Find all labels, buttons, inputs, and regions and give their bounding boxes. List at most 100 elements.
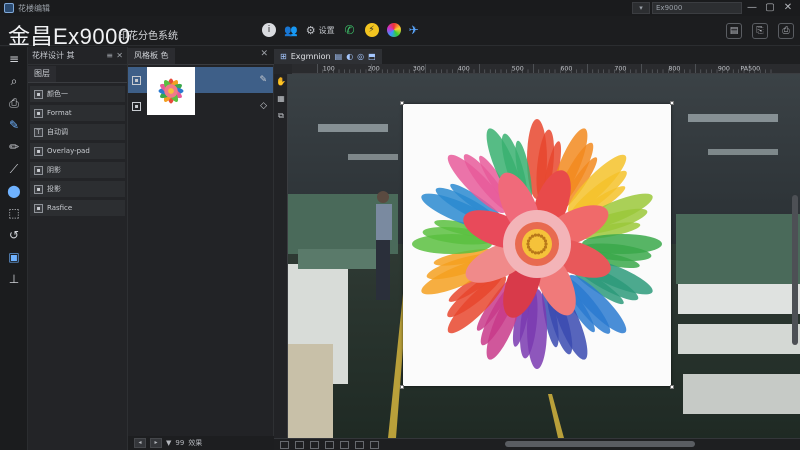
maximize-button[interactable]: ▢ [762, 1, 778, 15]
status-icon-5[interactable] [340, 440, 349, 449]
prev-button[interactable]: ◂ [134, 438, 146, 448]
vertical-scrollbar[interactable] [792, 195, 798, 345]
visibility-icon[interactable]: ▪ [132, 101, 141, 111]
layer-label: 投影 [47, 185, 61, 193]
settings-button[interactable]: ⚙ 设置 [306, 24, 335, 37]
thumbnail-panel-close-icon[interactable]: ✕ [260, 49, 268, 59]
horizontal-scrollbar[interactable] [505, 441, 695, 447]
window-title: 花楼编辑 [18, 3, 50, 13]
layer-item[interactable]: ▪ Format [30, 105, 125, 121]
ruler-label: 200 [368, 65, 380, 72]
pan-tool-icon[interactable]: ✋ [275, 77, 287, 91]
stamen-dot [543, 239, 548, 243]
status-icon-2[interactable] [295, 440, 304, 449]
tab-tool-4-icon[interactable]: ⬒ [368, 49, 376, 64]
panel-menu-icon[interactable]: ≡ [106, 51, 113, 60]
stamen-dot [528, 248, 532, 252]
header-toolbar: i 👥 ⚙ 设置 ✆ ⚡ ✈ [262, 23, 419, 37]
eraser-icon[interactable]: ◇ [260, 101, 267, 111]
window-controls: ▾ Ex9000 — ▢ ✕ [632, 0, 796, 16]
layers-tool-icon[interactable]: ⧉ [275, 111, 287, 125]
tab-style-extra: 色 [160, 51, 169, 60]
stamen-dot [526, 245, 531, 249]
settings-label: 设置 [318, 25, 335, 35]
status-icon-3[interactable] [310, 440, 319, 449]
layers-panel: 花样设计 其 ≡ ✕ 图层 ▪ 颜色一 ▪ Format T 自动调 ▪ Overlay… [28, 47, 128, 450]
brush-tool-icon[interactable]: ✏ [3, 137, 25, 157]
minimize-button[interactable]: — [744, 1, 760, 15]
vertical-ruler: ✋ ▦ ⧉ [274, 74, 288, 438]
layer-item[interactable]: T 自动调 [30, 124, 125, 140]
select-tool-icon[interactable]: ⬚ [3, 203, 25, 223]
tab-tool-3-icon[interactable]: ◎ [357, 49, 364, 64]
fill-tool-icon[interactable]: ⬤ [3, 181, 25, 201]
grid-tool-icon[interactable]: ▦ [275, 94, 287, 108]
ruler-label: 700 [614, 65, 626, 72]
layer-icon: ▪ [34, 203, 43, 213]
edit-icon[interactable]: ✎ [259, 75, 267, 85]
status-icon-4[interactable] [325, 440, 334, 449]
flower-artwork [412, 119, 662, 369]
stamen-dot [526, 242, 530, 246]
visibility-icon[interactable]: ▪ [132, 75, 141, 85]
save-button[interactable]: ▤ [726, 23, 742, 39]
picker-tool-icon[interactable]: ✎ [3, 115, 25, 135]
layer-icon: ▪ [34, 184, 43, 194]
export-button[interactable]: ⎘ [752, 23, 768, 39]
thumbnail-row-selected[interactable]: ▪ ✎ [128, 67, 273, 115]
layer-item[interactable]: ▪ Rasfice [30, 200, 125, 216]
stamp-tool-icon[interactable]: ▣ [3, 247, 25, 267]
layer-item[interactable]: ▪ 颜色一 [30, 86, 125, 102]
layer-icon: ▪ [34, 146, 43, 156]
close-button[interactable]: ✕ [780, 1, 796, 15]
tab-tool-2-icon[interactable]: ◐ [346, 49, 353, 64]
layer-label: Overlay-pad [47, 147, 90, 155]
pin-button[interactable]: ✈ [409, 23, 419, 37]
ruler-label: 400 [458, 65, 470, 72]
ruler-label: 300 [413, 65, 425, 72]
thumbnail-row[interactable]: ▪ ◇ [128, 93, 273, 119]
tab-tool-1-icon[interactable]: ▤ [335, 49, 343, 64]
layer-label: Format [47, 109, 72, 117]
canvas-area[interactable] [288, 74, 800, 438]
stamen-dot [542, 236, 546, 240]
layer-label: Rasfice [47, 204, 73, 212]
document-tabs: ⊞ Exgmnion ▤ ◐ ◎ ⬒ [274, 47, 800, 64]
tab-layers[interactable]: 图层 [28, 66, 56, 82]
print-tool-icon[interactable]: ⎙ [3, 93, 25, 113]
line-tool-icon[interactable]: ⟋ [3, 159, 25, 179]
status-icon-6[interactable] [355, 440, 364, 449]
panel-close-icon[interactable]: ✕ [116, 51, 123, 60]
next-button[interactable]: ▸ [150, 438, 162, 448]
tool-strip: ≡ ⌕ ⎙ ✎ ✏ ⟋ ⬤ ⬚ ↺ ▣ ⊥ [0, 47, 28, 450]
menu-icon[interactable]: ≡ [3, 49, 25, 69]
status-icon-1[interactable] [280, 440, 289, 449]
mode-select[interactable]: ▾ [632, 2, 650, 14]
tab-style[interactable]: 风格板 色 [128, 48, 175, 64]
layer-item[interactable]: ▪ Overlay-pad [30, 143, 125, 159]
status-icon-7[interactable] [370, 440, 379, 449]
print-button[interactable]: ⎙ [778, 23, 794, 39]
stamen-dot [539, 250, 544, 254]
resize-handle-bottom-left[interactable] [400, 385, 404, 389]
resize-handle-bottom-right[interactable] [670, 385, 674, 389]
users-button[interactable]: 👥 [284, 24, 298, 37]
lasso-tool-icon[interactable]: ↺ [3, 225, 25, 245]
lightning-button[interactable]: ⚡ [364, 23, 379, 37]
filter-icon[interactable]: ▼ [166, 439, 171, 447]
info-button[interactable]: i [262, 23, 276, 37]
artboard[interactable] [400, 101, 674, 389]
zoom-tool-icon[interactable]: ⌕ [3, 71, 25, 91]
color-wheel-icon [386, 23, 401, 37]
stamen-dot [526, 239, 531, 243]
resize-handle-top-left[interactable] [400, 101, 404, 105]
profile-select[interactable]: Ex9000 [652, 2, 742, 14]
resize-handle-top-right[interactable] [670, 101, 674, 105]
color-wheel-button[interactable] [386, 23, 401, 37]
layer-item[interactable]: ▪ 阴影 [30, 162, 125, 178]
document-icon: ⊞ [280, 52, 287, 61]
tab-document[interactable]: ⊞ Exgmnion ▤ ◐ ◎ ⬒ [274, 49, 382, 64]
transform-tool-icon[interactable]: ⊥ [3, 269, 25, 289]
phone-button[interactable]: ✆ [343, 23, 357, 37]
layer-item[interactable]: ▪ 投影 [30, 181, 125, 197]
